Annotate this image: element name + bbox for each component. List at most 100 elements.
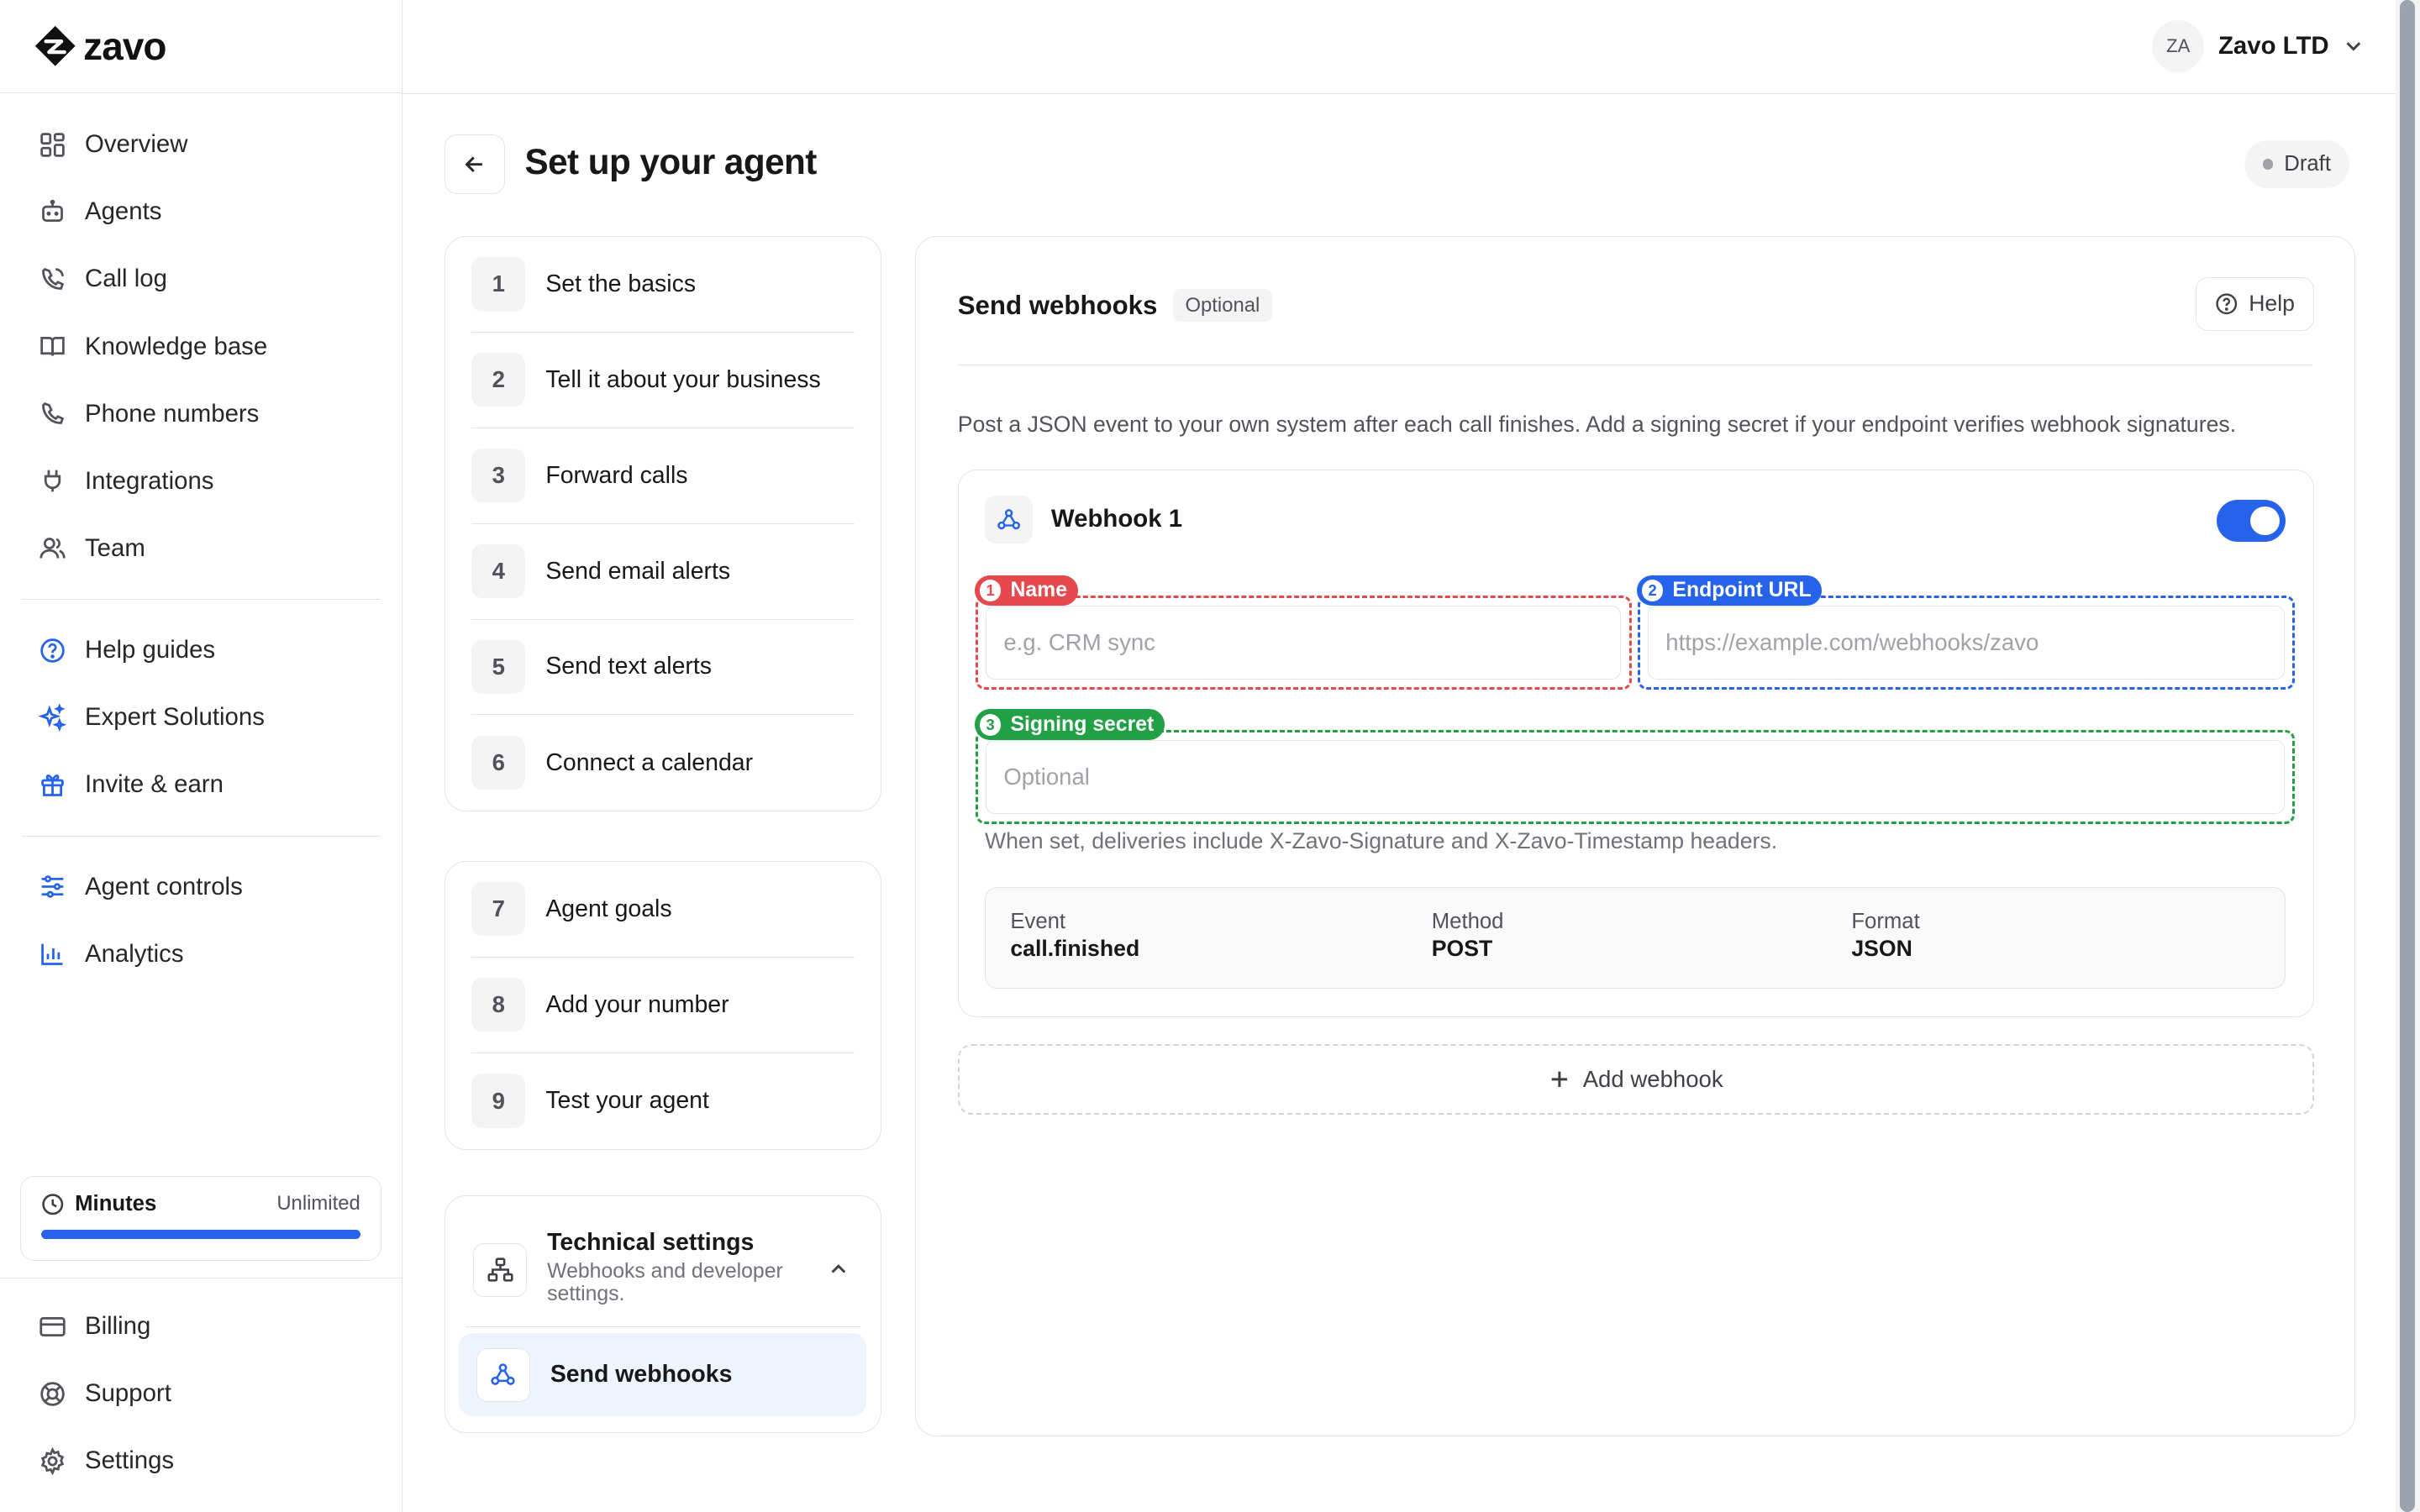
nav-item-support[interactable]: Support <box>22 1360 381 1427</box>
step-label: Test your agent <box>545 1087 709 1115</box>
nav-item-help-guides[interactable]: Help guides <box>22 617 381 684</box>
nav-item-team[interactable]: Team <box>22 515 381 582</box>
step-label: Set the basics <box>545 270 697 297</box>
signing-secret-input[interactable] <box>986 740 2286 814</box>
status-label: Draft <box>2284 152 2331 176</box>
minutes-usage: Minutes Unlimited <box>19 1175 381 1261</box>
nav-item-invite-earn[interactable]: Invite & earn <box>22 751 381 818</box>
step-number: 6 <box>471 736 526 790</box>
step-add-number[interactable]: 8 Add your number <box>471 958 855 1053</box>
webhook-header: Webhook 1 <box>984 495 1182 543</box>
nav-item-phone-numbers[interactable]: Phone numbers <box>22 381 381 448</box>
section-title: Send webhooks <box>957 290 1158 320</box>
robot-icon <box>42 199 63 222</box>
status-badge: Draft <box>2244 140 2349 189</box>
detail-value: call.finished <box>1010 935 1140 961</box>
step-test-agent[interactable]: 9 Test your agent <box>471 1053 854 1149</box>
gear-icon <box>40 1446 65 1475</box>
back-button[interactable] <box>444 134 505 195</box>
nav-item-billing[interactable]: Billing <box>22 1293 381 1360</box>
endpoint-url-input[interactable] <box>1648 606 2286 680</box>
nav-label: Expert Solutions <box>84 703 265 732</box>
avatar: ZA <box>2152 19 2205 73</box>
technical-settings-subtitle: Webhooks and developer settings. <box>547 1259 783 1306</box>
help-button[interactable]: Help <box>2195 276 2314 332</box>
step-email-alerts[interactable]: 4 Send email alerts <box>471 524 855 620</box>
webhook-enabled-toggle[interactable] <box>2216 500 2286 542</box>
nav-item-settings[interactable]: Settings <box>22 1427 381 1494</box>
step-label: Add your number <box>545 990 729 1018</box>
webhook-name-input[interactable] <box>986 606 1622 680</box>
brand-name: zavo <box>83 24 166 69</box>
divider <box>0 92 402 93</box>
step-agent-goals[interactable]: 7 Agent goals <box>471 862 855 958</box>
nav-item-agents[interactable]: Agents <box>22 178 381 245</box>
webhook-details: Event call.finished Method POST Format J… <box>984 887 2286 990</box>
page-title: Set up your agent <box>524 141 817 181</box>
nav-label: Help guides <box>84 636 216 664</box>
nav-item-expert-solutions[interactable]: Expert Solutions <box>22 684 381 751</box>
tag-label: Name <box>1010 578 1067 601</box>
divider <box>465 1326 860 1327</box>
signing-secret-hint: When set, deliveries include X-Zavo-Sign… <box>984 828 1778 854</box>
nav-item-overview[interactable]: Overview <box>22 111 381 178</box>
clock-icon <box>42 1193 64 1215</box>
nav-divider <box>21 598 381 600</box>
add-webhook-label: Add webhook <box>1582 1065 1723 1092</box>
section-description: Post a JSON event to your own system aft… <box>957 411 2237 437</box>
status-dot <box>2262 159 2274 171</box>
nav-item-knowledge-base[interactable]: Knowledge base <box>22 312 381 380</box>
step-connect-calendar[interactable]: 6 Connect a calendar <box>471 715 854 811</box>
top-bar: ZA Zavo LTD <box>402 0 2420 95</box>
nav-item-call-log[interactable]: Call log <box>22 245 381 312</box>
webhook-card: Webhook 1 1 Name 2 Endp <box>957 470 2315 1018</box>
plug-icon <box>44 470 61 492</box>
phone-call-icon <box>42 267 65 290</box>
technical-settings-toggle[interactable]: Technical settings Webhooks and develope… <box>445 1196 881 1326</box>
nav-label: Support <box>84 1379 171 1408</box>
step-text-alerts[interactable]: 5 Send text alerts <box>471 620 855 716</box>
credit-card-icon <box>39 1316 66 1336</box>
nav-label: Phone numbers <box>84 399 260 428</box>
step-number: 5 <box>471 639 526 695</box>
grid-icon <box>40 133 65 157</box>
steps-group-launch: 7 Agent goals 8 Add your number 9 Test y… <box>444 860 881 1150</box>
account-switcher[interactable]: ZA Zavo LTD <box>2152 19 2365 73</box>
brand-logo[interactable]: zavo <box>34 24 166 69</box>
chevron-down-icon <box>2346 42 2361 51</box>
nav-item-integrations[interactable]: Integrations <box>22 448 381 515</box>
webhook-icon <box>476 1347 530 1402</box>
help-circle-icon <box>2216 293 2237 315</box>
nav-label: Call log <box>84 265 167 293</box>
step-send-webhooks[interactable]: Send webhooks <box>459 1333 867 1417</box>
step-tell-business[interactable]: 2 Tell it about your business <box>471 333 855 428</box>
nav-label: Invite & earn <box>84 770 224 799</box>
nav-label: Integrations <box>84 466 214 495</box>
secret-field-highlight: 3 Signing secret <box>975 709 2296 824</box>
endpoint-field-tag: 2 Endpoint URL <box>1637 575 1823 606</box>
nav-item-analytics[interactable]: Analytics <box>22 921 381 988</box>
method-detail: Method POST <box>1432 910 1504 962</box>
scrollbar-thumb[interactable] <box>2400 0 2416 1512</box>
nav-label: Agent controls <box>84 872 243 900</box>
detail-value: JSON <box>1851 935 1912 961</box>
account-name: Zavo LTD <box>2217 32 2329 60</box>
add-webhook-button[interactable]: Add webhook <box>957 1043 2315 1116</box>
step-label: Connect a calendar <box>545 748 754 776</box>
step-number: 1 <box>471 257 526 312</box>
name-field-tag: 1 Name <box>975 575 1078 606</box>
event-detail: Event call.finished <box>1010 910 1139 962</box>
network-icon <box>473 1242 528 1297</box>
format-detail: Format JSON <box>1851 910 1919 962</box>
scrollbar[interactable] <box>2395 0 2420 1512</box>
step-number: 2 <box>471 353 526 407</box>
step-set-basics[interactable]: 1 Set the basics <box>471 237 855 333</box>
name-field-highlight: 1 Name <box>975 575 1632 690</box>
step-number: 7 <box>471 882 526 937</box>
users-icon <box>39 538 66 559</box>
step-label: Forward calls <box>545 461 688 489</box>
nav-item-agent-controls[interactable]: Agent controls <box>22 853 381 921</box>
step-label: Tell it about your business <box>545 365 821 393</box>
step-forward-calls[interactable]: 3 Forward calls <box>471 428 855 524</box>
help-circle-icon <box>40 638 65 663</box>
